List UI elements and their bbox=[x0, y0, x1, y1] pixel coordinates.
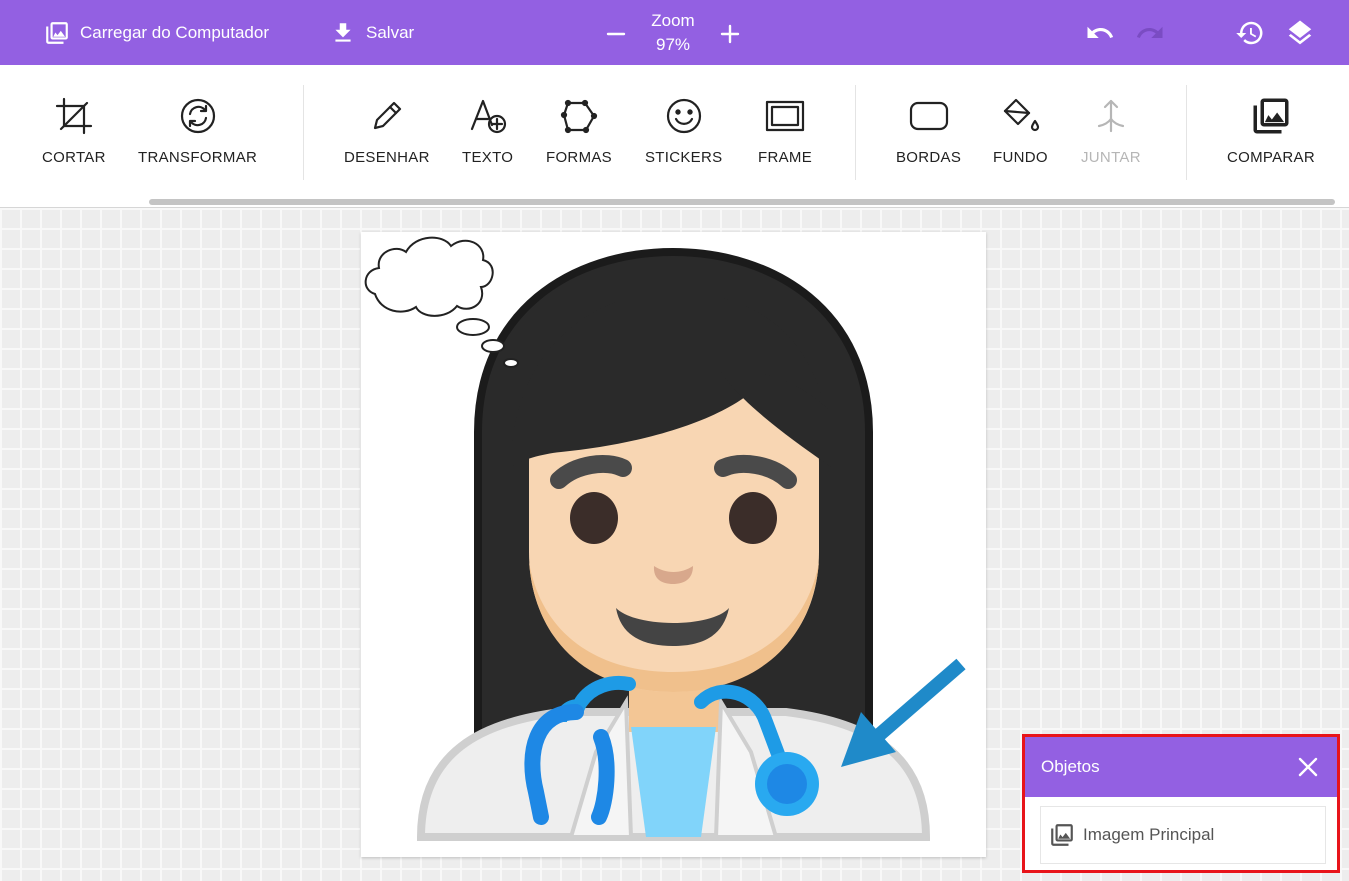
close-objects-button[interactable] bbox=[1297, 756, 1319, 778]
zoom-control: Zoom 97% bbox=[600, 0, 746, 65]
tool-label: FORMAS bbox=[546, 149, 612, 166]
zoom-readout: Zoom 97% bbox=[636, 9, 710, 57]
tool-label: FUNDO bbox=[993, 149, 1048, 166]
objects-panel: Objetos Imagem Principal bbox=[1022, 734, 1340, 873]
toolbar-scrollbar[interactable] bbox=[149, 199, 1335, 205]
tool-label: TEXTO bbox=[462, 149, 514, 166]
minus-icon bbox=[606, 32, 626, 36]
tool-draw[interactable]: DESENHAR bbox=[344, 95, 430, 175]
tool-merge[interactable]: JUNTAR bbox=[1081, 95, 1141, 175]
compare-icon bbox=[1253, 98, 1289, 134]
merge-icon bbox=[1097, 99, 1125, 133]
tool-label: DESENHAR bbox=[344, 149, 430, 166]
toolbar-divider bbox=[303, 85, 304, 180]
top-bar: Carregar do Computador Salvar Zoom 97% bbox=[0, 0, 1349, 65]
main-image[interactable] bbox=[361, 232, 986, 857]
zoom-out-button[interactable] bbox=[602, 20, 630, 48]
undo-button[interactable] bbox=[1085, 18, 1115, 48]
tool-stickers[interactable]: STICKERS bbox=[645, 95, 722, 175]
zoom-value: 97% bbox=[655, 35, 691, 54]
text-add-icon bbox=[470, 99, 506, 134]
undo-icon bbox=[1087, 26, 1114, 38]
close-icon bbox=[1298, 757, 1318, 777]
tool-label: TRANSFORMAR bbox=[138, 149, 258, 166]
rounded-rect-icon bbox=[909, 101, 948, 131]
tool-label: BORDAS bbox=[896, 149, 962, 166]
redo-icon bbox=[1136, 26, 1163, 38]
upload-button[interactable]: Carregar do Computador bbox=[44, 0, 269, 65]
tools-toolbar: CORTAR TRANSFORMAR DESENHAR TEXTO FORMAS… bbox=[0, 65, 1349, 208]
frame-icon bbox=[765, 100, 805, 132]
paint-bucket-icon bbox=[1004, 98, 1040, 132]
save-label: Salvar bbox=[366, 22, 415, 42]
tool-text[interactable]: TEXTO bbox=[462, 95, 513, 175]
layers-icon bbox=[1288, 20, 1312, 45]
image-upload-icon bbox=[46, 21, 68, 44]
rotate-icon bbox=[180, 98, 215, 134]
layers-button[interactable] bbox=[1285, 18, 1315, 48]
zoom-title: Zoom bbox=[651, 11, 695, 30]
doctor-emoji-image bbox=[364, 236, 966, 841]
tool-compare[interactable]: COMPARAR bbox=[1227, 95, 1315, 175]
tool-transform[interactable]: TRANSFORMAR bbox=[138, 95, 257, 175]
tool-shapes[interactable]: FORMAS bbox=[546, 95, 612, 175]
history-icon bbox=[1236, 21, 1263, 45]
image-icon bbox=[1051, 824, 1073, 846]
download-icon bbox=[335, 22, 351, 42]
tool-frame[interactable]: FRAME bbox=[758, 95, 812, 175]
object-item-label: Imagem Principal bbox=[1083, 825, 1215, 844]
toolbar-divider bbox=[855, 85, 856, 180]
objects-panel-header: Objetos bbox=[1025, 737, 1337, 797]
object-item-main-image[interactable]: Imagem Principal bbox=[1040, 806, 1326, 864]
crop-icon bbox=[55, 97, 92, 135]
tool-crop[interactable]: CORTAR bbox=[42, 95, 106, 175]
toolbar-divider bbox=[1186, 85, 1187, 180]
tool-borders[interactable]: BORDAS bbox=[896, 95, 961, 175]
pencil-icon bbox=[373, 101, 401, 130]
zoom-in-button[interactable] bbox=[716, 20, 744, 48]
tool-label: CORTAR bbox=[42, 149, 106, 166]
tool-background[interactable]: FUNDO bbox=[993, 95, 1048, 175]
smiley-icon bbox=[666, 98, 701, 134]
tool-label: STICKERS bbox=[645, 149, 723, 166]
upload-label: Carregar do Computador bbox=[80, 22, 269, 42]
redo-button[interactable] bbox=[1135, 18, 1165, 48]
plus-icon bbox=[720, 24, 740, 44]
tool-label: FRAME bbox=[758, 149, 812, 166]
save-button[interactable]: Salvar bbox=[330, 0, 414, 65]
objects-panel-title: Objetos bbox=[1041, 757, 1100, 776]
history-button[interactable] bbox=[1235, 18, 1265, 48]
tool-label: JUNTAR bbox=[1081, 149, 1141, 166]
polygon-icon bbox=[560, 99, 598, 134]
tool-label: COMPARAR bbox=[1227, 149, 1315, 166]
